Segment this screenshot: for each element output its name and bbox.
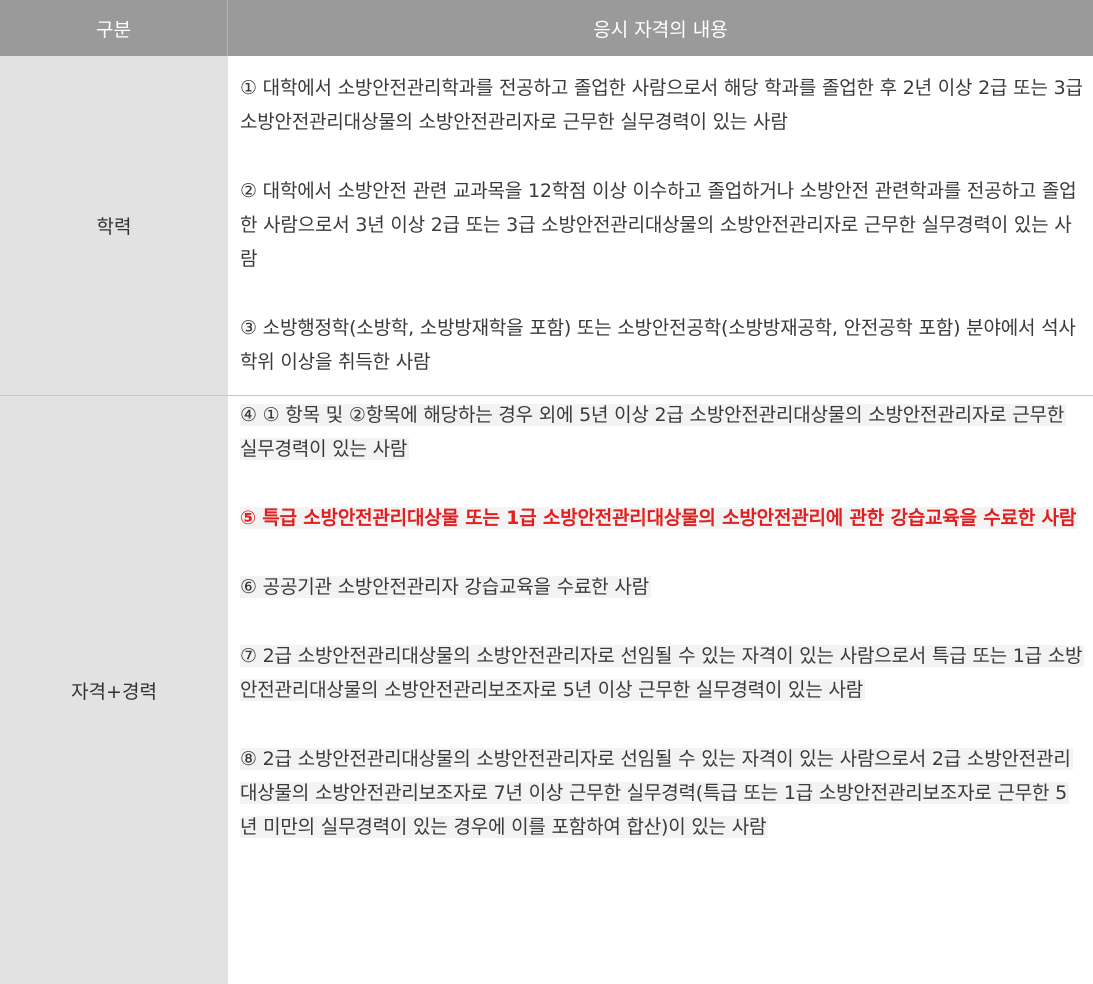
list-item: ⑧ 2급 소방안전관리대상물의 소방안전관리자로 선임될 수 있는 자격이 있는… bbox=[240, 748, 1073, 838]
list-item: ⑥ 공공기관 소방안전관리자 강습교육을 수료한 사람 bbox=[240, 576, 651, 598]
row-content-qualification-career: ④ ① 항목 및 ②항목에 해당하는 경우 외에 5년 이상 2급 소방안전관리… bbox=[228, 395, 1093, 984]
header-category: 구분 bbox=[0, 0, 228, 56]
qualification-table: 구분 응시 자격의 내용 학력 ① 대학에서 소방안전관리학과를 전공하고 졸업… bbox=[0, 0, 1093, 984]
list-item: ⑦ 2급 소방안전관리대상물의 소방안전관리자로 선임될 수 있는 자격이 있는… bbox=[240, 645, 1085, 701]
row-label-qualification-career: 자격+경력 bbox=[0, 395, 228, 984]
row-content-education: ① 대학에서 소방안전관리학과를 전공하고 졸업한 사람으로서 해당 학과를 졸… bbox=[228, 56, 1093, 395]
list-item: ③ 소방행정학(소방학, 소방방재학을 포함) 또는 소방안전공학(소방방재공학… bbox=[240, 317, 1076, 373]
list-item: ④ ① 항목 및 ②항목에 해당하는 경우 외에 5년 이상 2급 소방안전관리… bbox=[240, 404, 1067, 460]
list-item: ① 대학에서 소방안전관리학과를 전공하고 졸업한 사람으로서 해당 학과를 졸… bbox=[240, 77, 1083, 133]
list-item: ② 대학에서 소방안전 관련 교과목을 12학점 이상 이수하고 졸업하거나 소… bbox=[240, 180, 1077, 270]
header-content: 응시 자격의 내용 bbox=[228, 0, 1093, 56]
row-label-education: 학력 bbox=[0, 56, 228, 395]
highlighted-list-item: ⑤ 특급 소방안전관리대상물 또는 1급 소방안전관리대상물의 소방안전관리에 … bbox=[240, 507, 1079, 529]
